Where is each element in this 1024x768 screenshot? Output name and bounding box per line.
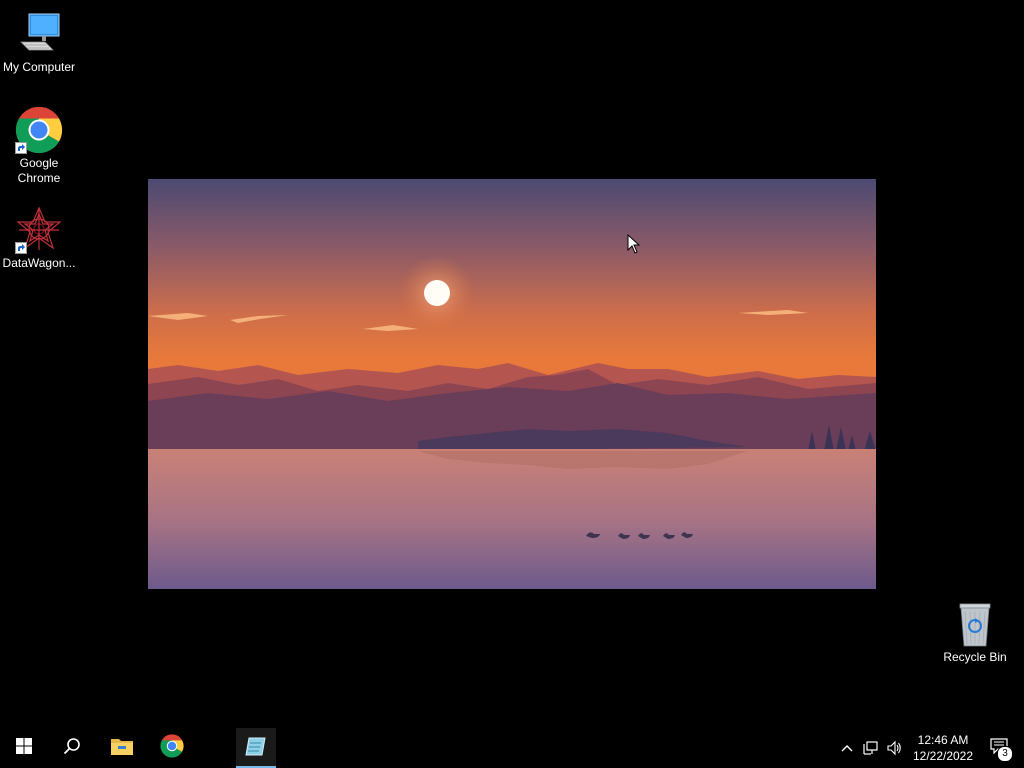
chrome-icon: [160, 733, 184, 763]
desktop-icon-my-computer[interactable]: My Computer: [0, 10, 78, 75]
taskbar-file-explorer[interactable]: [98, 728, 146, 768]
chrome-icon: [15, 106, 63, 154]
desktop-icon-label: Google Chrome: [17, 156, 61, 185]
windows-start-icon: [16, 737, 32, 759]
taskbar-chrome[interactable]: [148, 728, 196, 768]
network-icon[interactable]: [863, 740, 879, 756]
desktop-icon-label: DataWagon...: [2, 256, 76, 270]
start-button[interactable]: [0, 728, 48, 768]
search-button[interactable]: [48, 728, 96, 768]
shortcut-arrow-icon: [15, 242, 27, 254]
taskbar-notepad[interactable]: [236, 728, 276, 768]
datawagon-icon: [15, 206, 63, 254]
notification-icon: 3: [990, 738, 1013, 762]
taskbar: 12:46 AM 12/22/2022 3: [0, 728, 1024, 768]
computer-icon: [15, 10, 63, 58]
desktop-icon-label: My Computer: [2, 60, 76, 74]
desktop-icon-datawagon[interactable]: DataWagon...: [0, 206, 78, 271]
notification-count-badge: 3: [997, 746, 1013, 762]
clock-time: 12:46 AM: [917, 733, 969, 747]
desktop-wallpaper: [148, 179, 876, 589]
desktop-icon-google-chrome[interactable]: Google Chrome: [0, 106, 78, 186]
chevron-up-icon[interactable]: [839, 740, 855, 756]
volume-icon[interactable]: [886, 740, 902, 756]
desktop-icon-label: Recycle Bin: [943, 650, 1007, 664]
file-explorer-icon: [110, 736, 134, 761]
recycle-bin-icon: [951, 600, 999, 648]
mouse-cursor-icon: [627, 233, 641, 259]
desktop-icon-recycle-bin[interactable]: Recycle Bin: [936, 600, 1014, 665]
shortcut-arrow-icon: [15, 142, 27, 154]
notepad-icon: [245, 735, 267, 762]
action-center-button[interactable]: 3: [976, 728, 1024, 768]
clock-date: 12/22/2022: [912, 749, 974, 763]
taskbar-clock[interactable]: 12:46 AM 12/22/2022: [910, 732, 976, 764]
search-icon: [63, 737, 81, 760]
